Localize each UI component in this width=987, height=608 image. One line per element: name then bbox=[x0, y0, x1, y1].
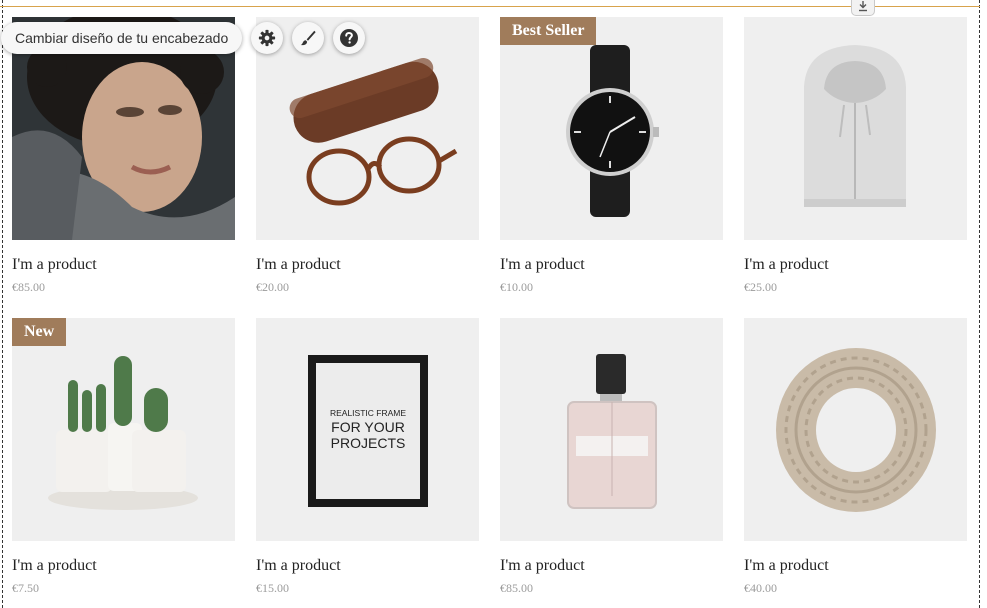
product-card[interactable]: I'm a product €25.00 bbox=[744, 17, 967, 294]
right-section-guide bbox=[979, 0, 980, 608]
product-name[interactable]: I'm a product bbox=[256, 557, 479, 575]
best-seller-ribbon: Best Seller bbox=[500, 17, 597, 45]
product-image-cactus-pots[interactable]: New bbox=[12, 318, 235, 541]
wristwatch-image bbox=[566, 45, 659, 217]
product-price: €20.00 bbox=[256, 280, 289, 294]
product-price: €15.00 bbox=[256, 581, 289, 595]
new-ribbon: New bbox=[12, 318, 67, 346]
product-image-perfume-bottle[interactable] bbox=[500, 318, 723, 541]
header-boundary-line bbox=[0, 6, 980, 7]
product-card[interactable]: I'm a product €85.00 bbox=[12, 17, 235, 294]
perfume-bottle-image bbox=[567, 354, 657, 509]
paintbrush-icon bbox=[301, 30, 316, 46]
product-name[interactable]: I'm a product bbox=[500, 256, 723, 274]
gear-icon bbox=[259, 29, 276, 47]
product-price: €40.00 bbox=[744, 581, 777, 595]
product-name[interactable]: I'm a product bbox=[744, 256, 967, 274]
product-image-hoodie[interactable] bbox=[744, 17, 967, 240]
frame-poster-line3: PROJECTS bbox=[331, 435, 406, 451]
help-icon bbox=[340, 29, 359, 47]
download-arrow-icon bbox=[859, 1, 867, 12]
product-price: €10.00 bbox=[500, 280, 533, 294]
header-anchor-handle[interactable] bbox=[851, 0, 875, 16]
product-name[interactable]: I'm a product bbox=[12, 256, 235, 274]
product-name[interactable]: I'm a product bbox=[12, 557, 235, 575]
product-name[interactable]: I'm a product bbox=[500, 557, 723, 575]
left-section-guide bbox=[2, 0, 3, 608]
product-price: €7.50 bbox=[12, 581, 39, 595]
product-card[interactable]: New I'm a product €7.50 bbox=[12, 318, 235, 595]
product-price: €85.00 bbox=[500, 581, 533, 595]
product-card[interactable]: REALISTIC FRAME FOR YOUR PROJECTS I'm a … bbox=[256, 318, 479, 595]
frame-poster-line1: REALISTIC FRAME bbox=[330, 408, 406, 418]
product-card[interactable]: I'm a product €85.00 bbox=[500, 318, 723, 595]
product-price: €85.00 bbox=[12, 280, 45, 294]
product-name[interactable]: I'm a product bbox=[744, 557, 967, 575]
frame-poster-line2: FOR YOUR bbox=[331, 419, 405, 435]
header-editor-toolbar: Cambiar diseño de tu encabezado bbox=[1, 22, 366, 54]
product-price: €25.00 bbox=[744, 280, 777, 294]
cactus-pots-image bbox=[48, 356, 198, 510]
help-button[interactable] bbox=[333, 22, 366, 54]
hoodie-image bbox=[804, 45, 906, 207]
settings-button[interactable] bbox=[251, 22, 284, 54]
product-image-wristwatch[interactable]: Best Seller bbox=[500, 17, 723, 240]
product-card[interactable]: I'm a product €40.00 bbox=[744, 318, 967, 595]
product-name[interactable]: I'm a product bbox=[256, 256, 479, 274]
product-image-picture-frame[interactable]: REALISTIC FRAME FOR YOUR PROJECTS bbox=[256, 318, 479, 541]
product-card[interactable]: I'm a product €20.00 bbox=[256, 17, 479, 294]
knit-scarf-image bbox=[776, 348, 936, 512]
change-header-design-button[interactable]: Cambiar diseño de tu encabezado bbox=[1, 22, 243, 54]
design-button[interactable] bbox=[292, 22, 325, 54]
picture-frame-image: REALISTIC FRAME FOR YOUR PROJECTS bbox=[308, 355, 428, 507]
product-card[interactable]: Best Seller I'm a product €10.00 bbox=[500, 17, 723, 294]
product-image-knit-scarf[interactable] bbox=[744, 318, 967, 541]
